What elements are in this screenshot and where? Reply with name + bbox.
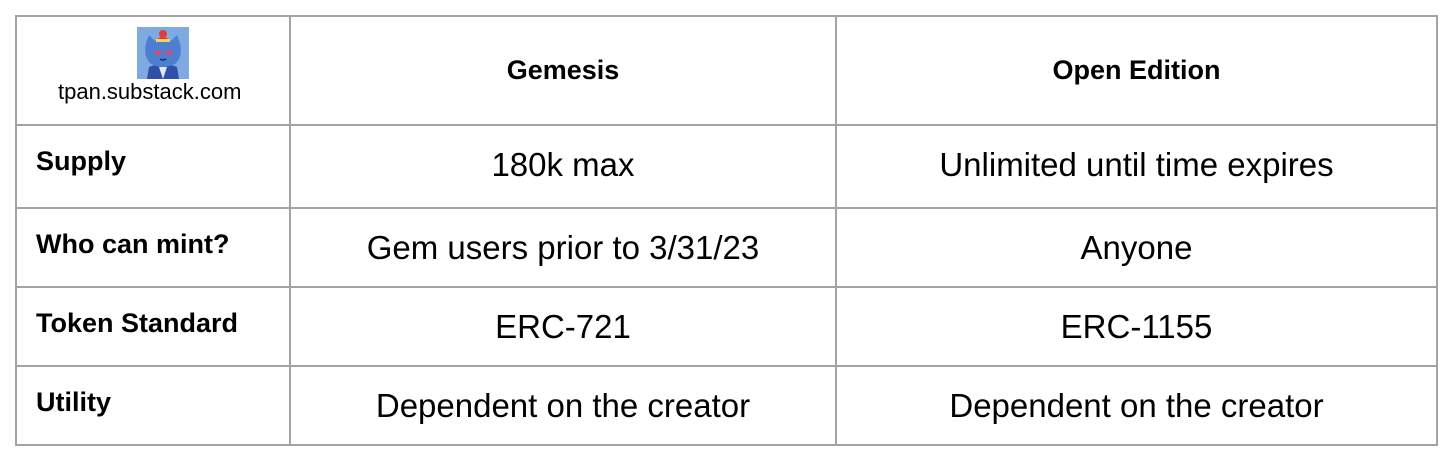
table-cell: Dependent on the creator [835, 365, 1438, 446]
table-cell: Gem users prior to 3/31/23 [289, 207, 837, 288]
table-cell: ERC-721 [289, 286, 837, 367]
table-cell: Anyone [835, 207, 1438, 288]
table-cell: 180k max [289, 124, 837, 209]
logo-cell: tpan.substack.com [15, 15, 291, 126]
comparison-table: tpan.substack.com Gemesis Open Edition S… [15, 15, 1438, 446]
row-label: Utility [15, 365, 291, 446]
column-header-open-edition: Open Edition [835, 15, 1438, 126]
table-row: Supply 180k max Unlimited until time exp… [15, 124, 1438, 209]
column-header-gemesis: Gemesis [289, 15, 837, 126]
table-cell: Unlimited until time expires [835, 124, 1438, 209]
header-row: tpan.substack.com Gemesis Open Edition [15, 15, 1438, 126]
row-label: Who can mint? [15, 207, 291, 288]
table-cell: Dependent on the creator [289, 365, 837, 446]
table-cell: ERC-1155 [835, 286, 1438, 367]
table-row: Token Standard ERC-721 ERC-1155 [15, 286, 1438, 367]
row-label: Supply [15, 124, 291, 209]
cat-avatar-icon [137, 27, 189, 79]
table-row: Who can mint? Gem users prior to 3/31/23… [15, 207, 1438, 288]
row-label: Token Standard [15, 286, 291, 367]
table-row: Utility Dependent on the creator Depende… [15, 365, 1438, 446]
site-url: tpan.substack.com [58, 79, 242, 104]
